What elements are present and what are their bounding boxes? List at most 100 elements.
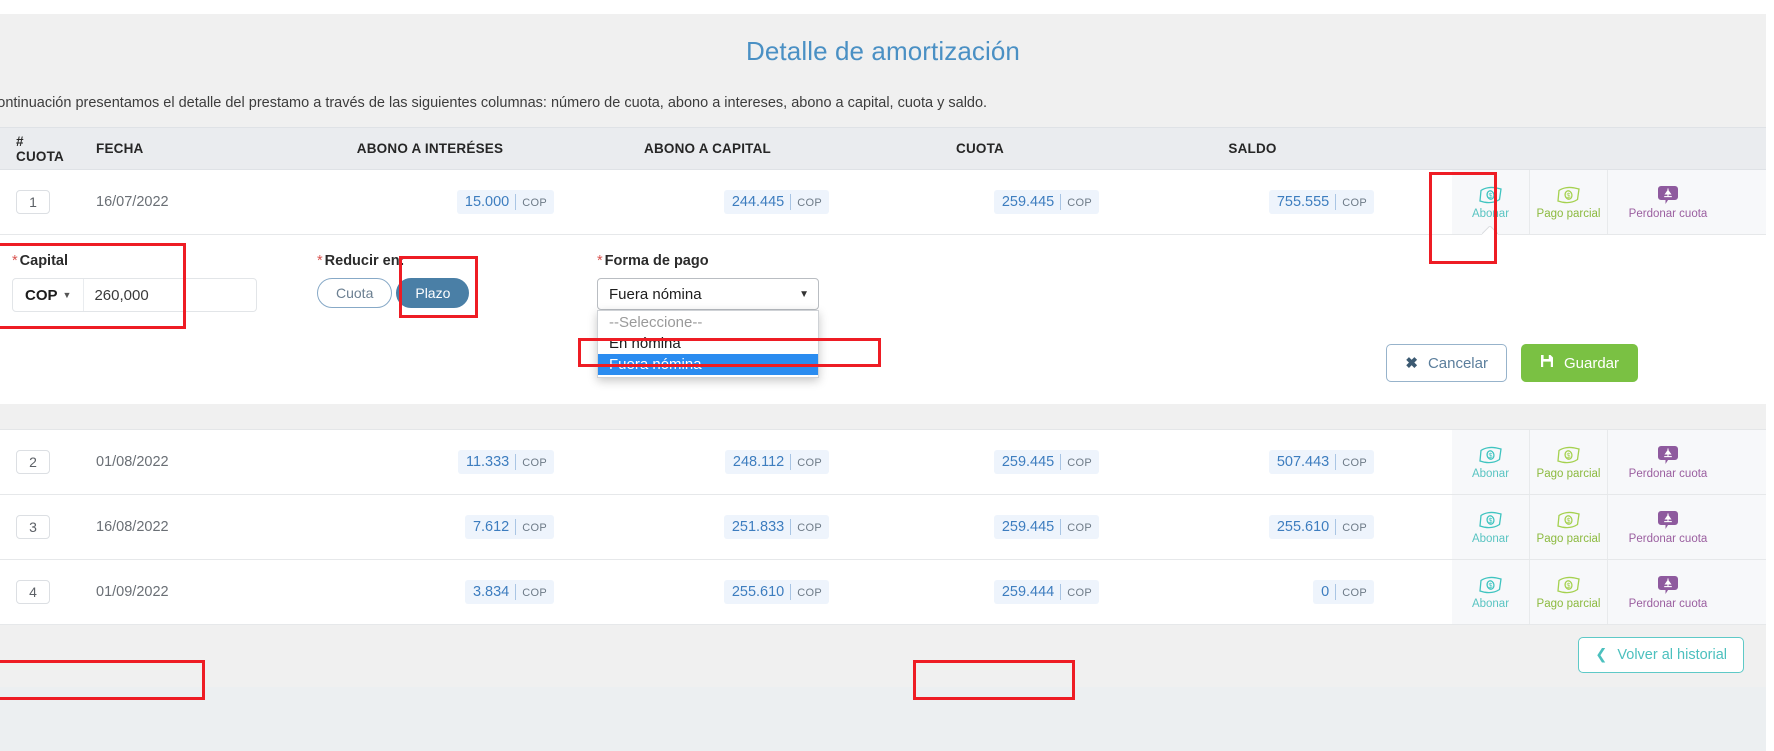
reducir-label: * Reducir en: <box>317 253 517 269</box>
save-button[interactable]: Guardar <box>1520 344 1638 382</box>
svg-text:$: $ <box>1488 518 1492 525</box>
cell-date: 16/08/2022 <box>80 495 290 560</box>
cell-actions: $ Abonar $ Pago parcial Perdonar cuota <box>1452 494 1766 560</box>
toggle-plazo[interactable]: Plazo <box>396 278 470 308</box>
footer-zone: ❮ Volver al historial <box>0 625 1766 687</box>
table-row[interactable]: 1 16/07/2022 15.000 COP 244.445 COP 259.… <box>0 169 1766 235</box>
action-abonar[interactable]: $ Abonar <box>1452 495 1530 559</box>
action-perdonar-label: Perdonar cuota <box>1628 532 1708 545</box>
action-abonar[interactable]: $ Abonar <box>1452 170 1530 234</box>
action-pago-parcial[interactable]: $ Pago parcial <box>1530 430 1608 494</box>
installment-amount: 259.445 <box>1001 194 1062 210</box>
money-chip: 259.445 COP <box>993 450 1099 474</box>
table-row[interactable]: 4 01/09/2022 3.834 COP 255.610 COP 259.4… <box>0 559 1766 625</box>
banknote-green-icon: $ <box>1556 184 1582 206</box>
svg-text:$: $ <box>1566 583 1570 590</box>
back-to-history-label: Volver al historial <box>1617 647 1727 663</box>
dropdown-option-en-nomina[interactable]: En nómina <box>598 333 818 354</box>
action-abonar-label: Abonar <box>1471 207 1510 220</box>
table-header-row: # CUOTA FECHA ABONO A INTERÉSES ABONO A … <box>0 127 1766 170</box>
cell-interest: 3.834 COP <box>290 560 570 625</box>
currency-select[interactable]: COP ▼ <box>13 279 85 311</box>
cell-capital: 248.112 COP <box>570 430 845 495</box>
money-chip: 259.445 COP <box>993 190 1099 214</box>
cell-installment: 259.444 COP <box>845 560 1115 625</box>
action-pago-parcial[interactable]: $ Pago parcial <box>1530 495 1608 559</box>
cancel-button-label: Cancelar <box>1427 354 1488 372</box>
cell-gap <box>1390 170 1452 235</box>
balance-amount: 755.555 <box>1276 194 1337 210</box>
date-value: 01/09/2022 <box>96 584 169 600</box>
money-chip: 0 COP <box>1313 580 1374 604</box>
cell-num: 1 <box>0 170 80 235</box>
dropdown-option-placeholder[interactable]: --Seleccione-- <box>598 312 818 333</box>
installment-currency: COP <box>1067 197 1092 209</box>
col-header-balance: SALDO <box>1228 141 1277 156</box>
installment-number: 2 <box>16 450 50 474</box>
cell-gap <box>1390 560 1452 625</box>
cell-interest: 7.612 COP <box>290 495 570 560</box>
chevron-down-icon: ▼ <box>62 289 72 300</box>
required-asterisk: * <box>597 253 603 269</box>
cell-capital: 244.445 COP <box>570 170 845 235</box>
cell-date: 01/08/2022 <box>80 430 290 495</box>
banknote-teal-icon: $ <box>1478 509 1504 531</box>
capital-label-text: Capital <box>19 253 68 269</box>
cell-balance: 255.610 COP <box>1115 495 1390 560</box>
field-group-forma-pago: * Forma de pago Fuera nómina ▼ --Seleccio… <box>597 253 823 378</box>
cell-installment: 259.445 COP <box>845 170 1115 235</box>
capital-input-group[interactable]: COP ▼ <box>12 278 257 312</box>
capital-currency: COP <box>797 522 822 534</box>
cell-balance: 0 COP <box>1115 560 1390 625</box>
forma-pago-dropdown[interactable]: --Seleccione-- En nómina Fuera nómina <box>597 310 819 378</box>
table-row[interactable]: 2 01/08/2022 11.333 COP 248.112 COP 259.… <box>0 430 1766 495</box>
action-pago-parcial-label: Pago parcial <box>1536 467 1601 480</box>
svg-text:$: $ <box>1566 193 1570 200</box>
capital-amount-input[interactable] <box>84 279 256 311</box>
balance-amount: 255.610 <box>1276 519 1337 535</box>
action-abonar-label: Abonar <box>1471 532 1510 545</box>
action-pago-parcial[interactable]: $ Pago parcial <box>1530 170 1608 234</box>
required-asterisk: * <box>12 253 18 269</box>
action-abonar[interactable]: $ Abonar <box>1452 430 1530 494</box>
forma-pago-select[interactable]: Fuera nómina ▼ <box>597 278 819 310</box>
banknote-teal-icon: $ <box>1478 574 1504 596</box>
row-actions: $ Abonar $ Pago parcial Perdonar cuota <box>1452 170 1766 234</box>
balance-amount: 0 <box>1321 584 1337 600</box>
installment-amount: 259.445 <box>1001 519 1062 535</box>
money-chip: 244.445 COP <box>723 190 829 214</box>
back-to-history-button[interactable]: ❮ Volver al historial <box>1578 637 1744 673</box>
table-row[interactable]: 3 16/08/2022 7.612 COP 251.833 COP 259.4… <box>0 494 1766 560</box>
balance-currency: COP <box>1342 457 1367 469</box>
svg-text:$: $ <box>1566 518 1570 525</box>
balance-scale-badge-icon <box>1655 574 1681 596</box>
action-perdonar-cuota[interactable]: Perdonar cuota <box>1608 495 1728 559</box>
svg-text:$: $ <box>1488 453 1492 460</box>
chevron-left-icon: ❮ <box>1595 647 1608 663</box>
balance-scale-badge-icon <box>1655 509 1681 531</box>
action-perdonar-cuota[interactable]: Perdonar cuota <box>1608 170 1728 234</box>
balance-currency: COP <box>1342 197 1367 209</box>
interest-currency: COP <box>522 197 547 209</box>
banknote-green-icon: $ <box>1556 444 1582 466</box>
dropdown-option-fuera-nomina[interactable]: Fuera nómina <box>598 354 818 375</box>
action-abonar[interactable]: $ Abonar <box>1452 560 1530 624</box>
balance-scale-badge-icon <box>1655 184 1681 206</box>
cell-interest: 11.333 COP <box>290 430 570 495</box>
action-pago-parcial[interactable]: $ Pago parcial <box>1530 560 1608 624</box>
action-perdonar-cuota[interactable]: Perdonar cuota <box>1608 430 1728 494</box>
cancel-button[interactable]: ✖ Cancelar <box>1386 344 1507 382</box>
cell-num: 2 <box>0 430 80 495</box>
panel-gap-strip <box>0 404 1766 430</box>
capital-currency: COP <box>797 457 822 469</box>
capital-label: * Capital <box>12 253 262 269</box>
forma-pago-label-text: Forma de pago <box>604 253 709 269</box>
intro-paragraph: continuación presentamos el detalle del … <box>0 95 988 111</box>
interest-currency: COP <box>522 457 547 469</box>
close-x-icon: ✖ <box>1405 355 1418 372</box>
cell-actions: $ Abonar $ Pago parcial Perdonar cuota <box>1452 559 1766 625</box>
action-perdonar-cuota[interactable]: Perdonar cuota <box>1608 560 1728 624</box>
cell-actions: $ Abonar $ Pago parcial Perdonar cuota <box>1452 430 1766 495</box>
toggle-cuota[interactable]: Cuota <box>317 278 393 308</box>
action-pago-parcial-label: Pago parcial <box>1536 597 1601 610</box>
